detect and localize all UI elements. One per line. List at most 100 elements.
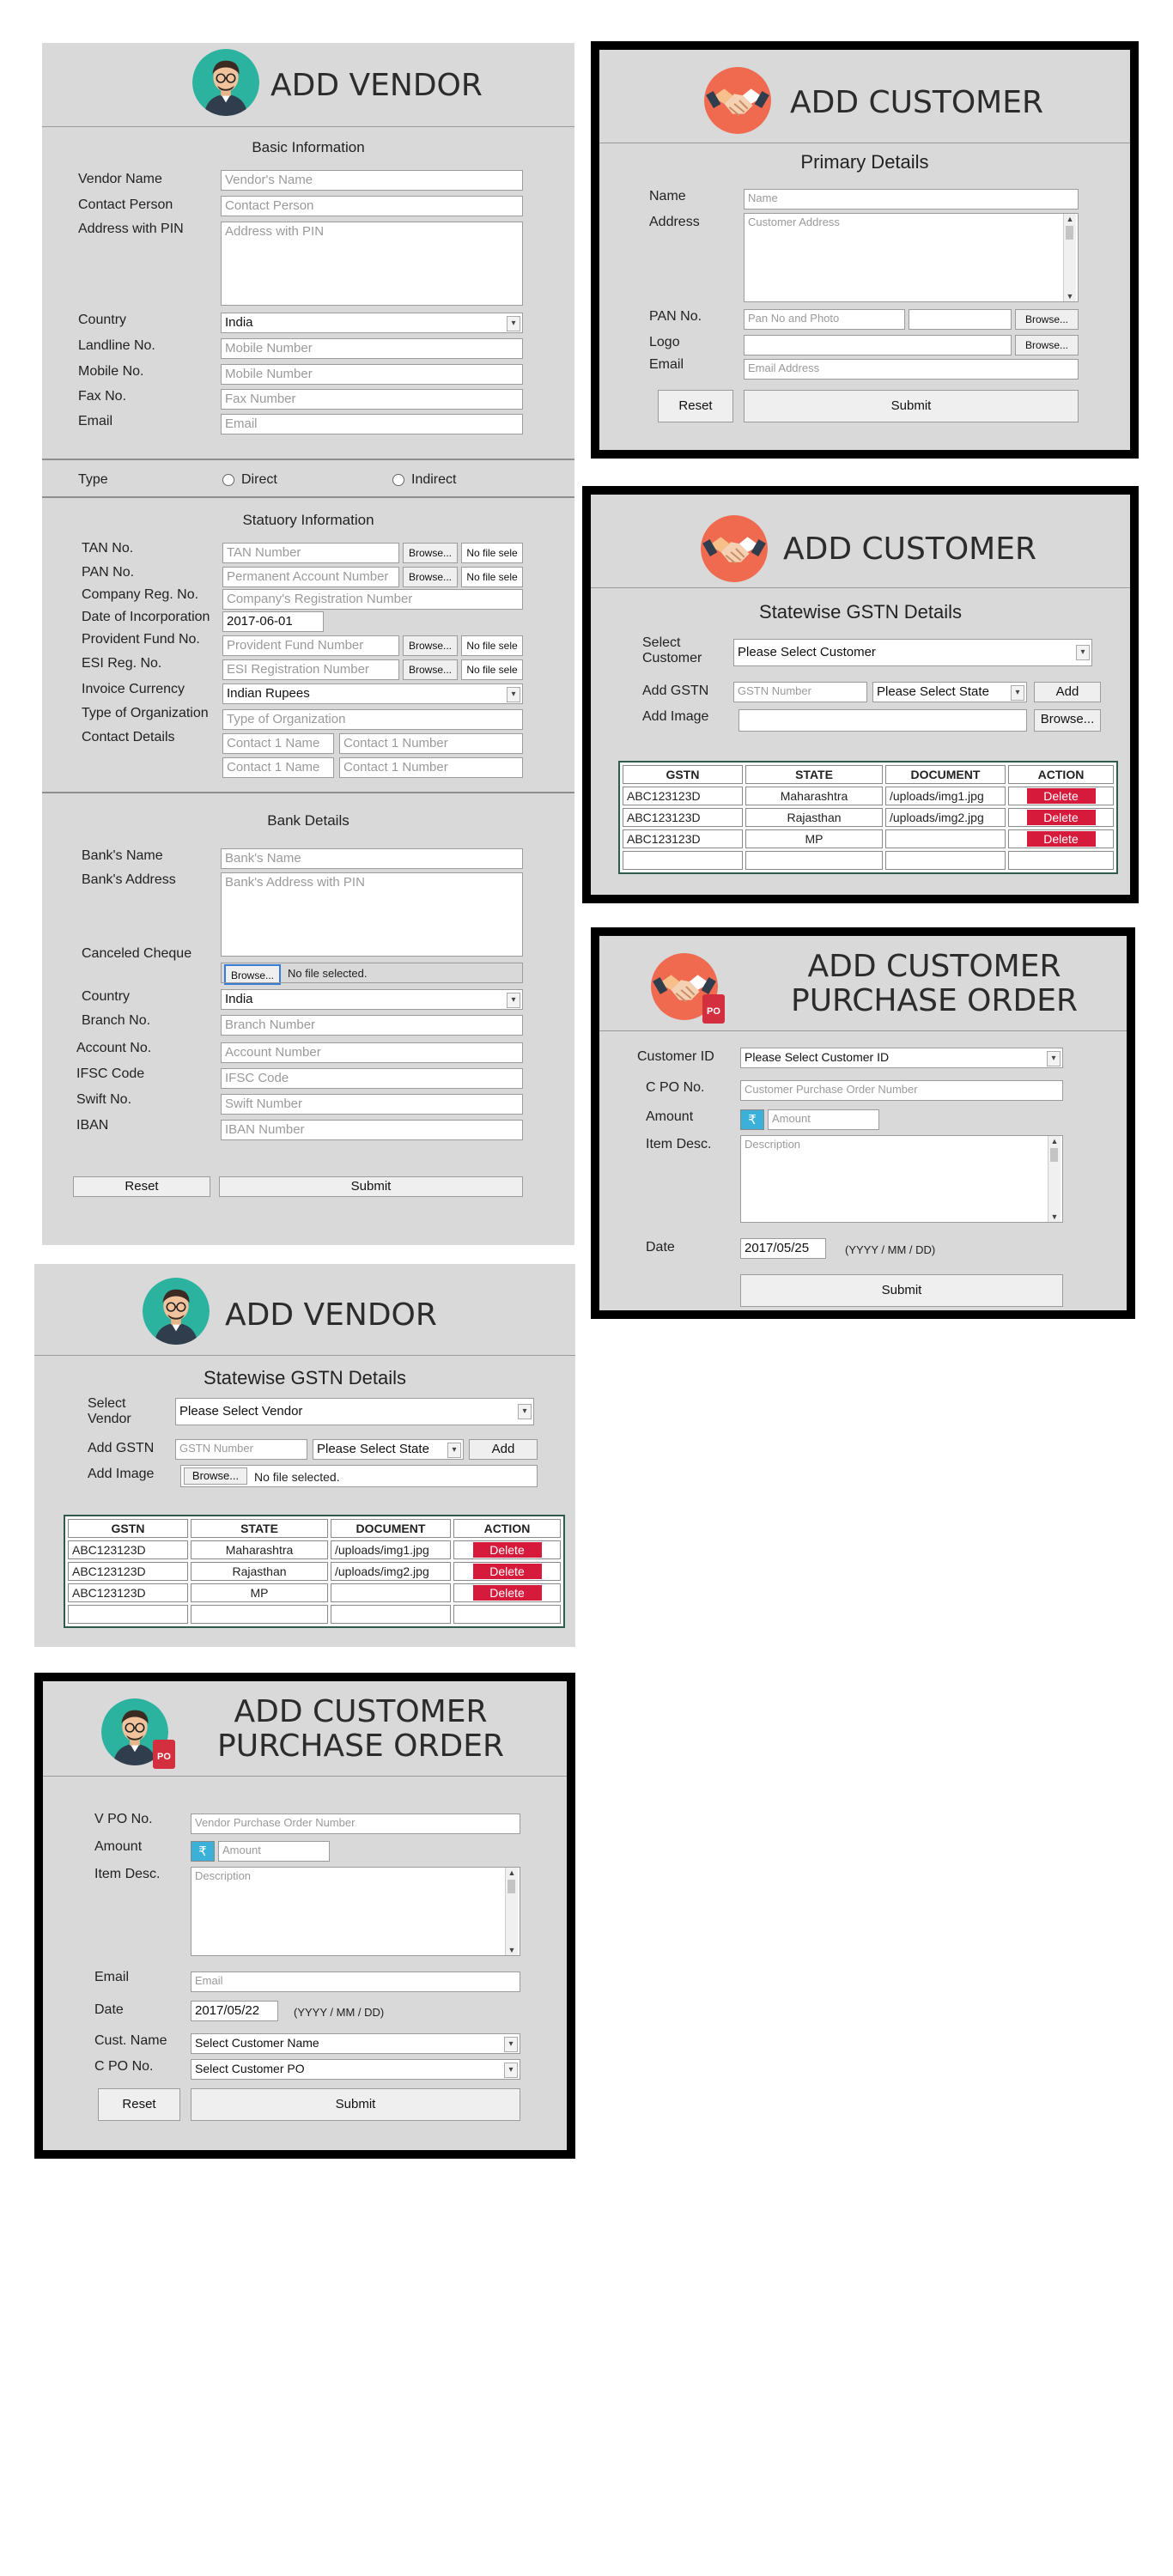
fax-input[interactable]: Fax Number (221, 389, 523, 410)
bank-address-textarea[interactable]: Bank's Address with PIN (221, 872, 523, 957)
tan-input[interactable]: TAN Number (222, 543, 399, 563)
delete-button[interactable]: Delete (472, 1542, 542, 1558)
email-input[interactable]: Email (221, 414, 523, 434)
pan-browse-button[interactable]: Browse... (1015, 309, 1079, 330)
contact1-number-input[interactable]: Contact 1 Number (339, 733, 523, 754)
gstn-cell: ABC123123D (623, 829, 743, 848)
name-input[interactable]: Name (744, 189, 1079, 210)
gstn-input[interactable]: GSTN Number (175, 1439, 307, 1460)
customer-id-select[interactable]: Please Select Customer ID ▾ (740, 1048, 1063, 1068)
cpo-select[interactable]: Select Customer PO ▾ (191, 2059, 520, 2080)
branch-input[interactable]: Branch Number (221, 1015, 523, 1036)
reset-button[interactable]: Reset (73, 1176, 210, 1197)
amount-input[interactable]: Amount (768, 1109, 879, 1130)
landline-input[interactable]: Mobile Number (221, 338, 523, 359)
ifsc-input[interactable]: IFSC Code (221, 1068, 523, 1089)
pan-file-box (909, 309, 1012, 330)
vpo-input[interactable]: Vendor Purchase Order Number (191, 1814, 520, 1834)
gstn-input[interactable]: GSTN Number (733, 682, 867, 702)
table-header-row: GSTN STATE DOCUMENT ACTION (68, 1519, 561, 1538)
date-input[interactable]: 2017/05/25 (740, 1238, 826, 1259)
pf-input[interactable]: Provident Fund Number (222, 635, 399, 656)
contact2-name-input[interactable]: Contact 1 Name (222, 757, 334, 778)
tan-browse-button[interactable]: Browse... (403, 543, 458, 563)
select-vendor-dropdown[interactable]: Please Select Vendor ▾ (175, 1398, 534, 1425)
mobile-input[interactable]: Mobile Number (221, 364, 523, 385)
image-browse-button[interactable]: Browse... (1034, 709, 1101, 732)
pan-browse-button[interactable]: Browse... (403, 567, 458, 587)
page-title: ADD VENDOR (270, 68, 483, 103)
doi-input[interactable]: 2017-06-01 (222, 611, 324, 632)
amount-input[interactable]: Amount (218, 1841, 330, 1862)
org-type-input[interactable]: Type of Organization (222, 709, 523, 730)
contact-person-input[interactable]: Contact Person (221, 196, 523, 216)
state-select[interactable]: Please Select State ▾ (872, 682, 1027, 702)
reset-button[interactable]: Reset (658, 390, 733, 422)
email-label: Email (78, 414, 113, 428)
contact1-name-input[interactable]: Contact 1 Name (222, 733, 334, 754)
desc-textarea[interactable]: Description (740, 1135, 1063, 1223)
delete-button[interactable]: Delete (1026, 788, 1096, 804)
company-reg-input[interactable]: Company's Registration Number (222, 589, 523, 610)
column-header: GSTN (68, 1519, 188, 1538)
cpo-input[interactable]: Customer Purchase Order Number (740, 1080, 1063, 1101)
table-row: ABC123123D MP Delete (68, 1583, 561, 1602)
scroll-thumb[interactable] (507, 1880, 515, 1893)
address-textarea[interactable]: Address with PIN (221, 222, 523, 306)
bank-country-select[interactable]: India ▾ (221, 989, 523, 1010)
table-row-empty (68, 1605, 561, 1624)
esi-input[interactable]: ESI Registration Number (222, 659, 399, 680)
email-input[interactable]: Email (191, 1971, 520, 1992)
logo-browse-button[interactable]: Browse... (1015, 335, 1079, 355)
fax-label: Fax No. (78, 389, 127, 404)
swift-input[interactable]: Swift Number (221, 1094, 523, 1115)
chevron-down-icon: ▾ (1076, 645, 1090, 660)
scroll-thumb[interactable] (1066, 226, 1073, 240)
submit-button[interactable]: Submit (740, 1274, 1063, 1307)
delete-button[interactable]: Delete (472, 1585, 542, 1601)
account-label: Account No. (76, 1041, 152, 1055)
section-title-statutory: Statuory Information (242, 512, 374, 528)
po-badge-text: PO (157, 1752, 171, 1762)
delete-button[interactable]: Delete (472, 1564, 542, 1579)
contact2-number-input[interactable]: Contact 1 Number (339, 757, 523, 778)
select-customer-dropdown[interactable]: Please Select Customer ▾ (733, 639, 1092, 666)
reset-button[interactable]: Reset (98, 2088, 180, 2121)
delete-button[interactable]: Delete (1026, 810, 1096, 825)
vendor-name-input[interactable]: Vendor's Name (221, 170, 523, 191)
pan-input[interactable]: Permanent Account Number (222, 567, 399, 587)
action-cell: Delete (453, 1562, 561, 1581)
scroll-thumb[interactable] (1050, 1148, 1058, 1162)
desc-scrollbar[interactable]: ▲ ▼ (505, 1868, 518, 1955)
country-select[interactable]: India ▾ (221, 313, 523, 333)
state-select[interactable]: Please Select State ▾ (313, 1439, 464, 1460)
address-scrollbar[interactable]: ▲ ▼ (1063, 214, 1076, 301)
submit-button[interactable]: Submit (219, 1176, 523, 1197)
po-badge-text: PO (707, 1006, 720, 1017)
table-row: ABC123123D Rajasthan/uploads/img2.jpg Dele… (68, 1562, 561, 1581)
cust-name-select[interactable]: Select Customer Name ▾ (191, 2033, 520, 2054)
account-input[interactable]: Account Number (221, 1042, 523, 1063)
submit-button[interactable]: Submit (744, 390, 1079, 422)
desc-scrollbar[interactable]: ▲ ▼ (1048, 1136, 1061, 1222)
pf-browse-button[interactable]: Browse... (403, 635, 458, 656)
type-indirect-radio[interactable] (392, 474, 404, 486)
currency-select[interactable]: Indian Rupees ▾ (222, 683, 523, 704)
add-button[interactable]: Add (469, 1439, 538, 1460)
vpo-label: V PO No. (94, 1812, 153, 1826)
type-direct-radio[interactable] (222, 474, 234, 486)
esi-browse-button[interactable]: Browse... (403, 659, 458, 680)
date-input[interactable]: 2017/05/22 (191, 2001, 278, 2021)
email-input[interactable]: Email Address (744, 359, 1079, 380)
image-browse-button[interactable]: Browse... (184, 1467, 247, 1485)
state-cell: MP (745, 829, 883, 848)
column-header: DOCUMENT (885, 765, 1006, 784)
bank-name-input[interactable]: Bank's Name (221, 848, 523, 869)
submit-button[interactable]: Submit (191, 2088, 520, 2121)
add-button[interactable]: Add (1034, 682, 1101, 702)
address-textarea[interactable]: Customer Address (744, 213, 1079, 302)
iban-input[interactable]: IBAN Number (221, 1120, 523, 1140)
desc-textarea[interactable]: Description (191, 1867, 520, 1956)
delete-button[interactable]: Delete (1026, 831, 1096, 847)
pan-input[interactable]: Pan No and Photo (744, 309, 905, 330)
